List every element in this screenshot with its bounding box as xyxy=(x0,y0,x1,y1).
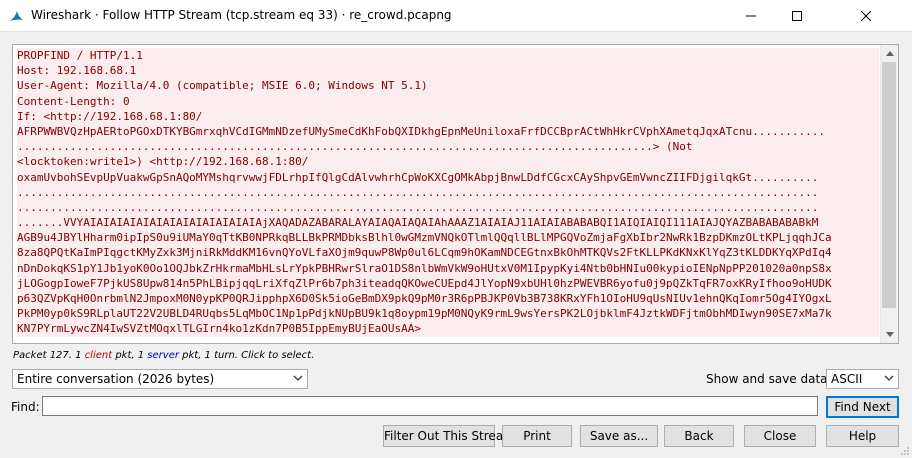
stream-line[interactable]: If: <http://192.168.68.1:80/ xyxy=(17,108,879,124)
stream-line[interactable]: KN7PYrmLywcZN4IwSVZtMOqxlTLGIrn4ko1zKdn7… xyxy=(17,321,879,337)
chevron-up-icon xyxy=(885,51,894,56)
stream-line[interactable]: Content-Length: 0 xyxy=(17,93,879,109)
scrollbar-thumb[interactable] xyxy=(882,62,896,308)
title-bar[interactable]: Wireshark · Follow HTTP Stream (tcp.stre… xyxy=(0,0,912,31)
stream-line[interactable]: ........................................… xyxy=(17,139,879,155)
stream-line[interactable]: p63QZVpKqH0OnrbmlN2JmpoxM0N0ypKP0QRJipph… xyxy=(17,291,879,307)
chevron-down-icon xyxy=(884,375,894,381)
stream-line[interactable]: PkPM0yp0kS9RLplaUT22V2UBLD4RUqbs5LqMbOC1… xyxy=(17,306,879,322)
stream-line[interactable]: AFRPWWBVQzHpAERtoPGOxDTKYBGmrxqhVCdIGMmN… xyxy=(17,123,879,140)
stream-text-area[interactable]: PROPFIND / HTTP/1.1 Host: 192.168.68.1 U… xyxy=(12,44,899,344)
save-as-button[interactable]: Save as... xyxy=(580,425,658,447)
find-next-button[interactable]: Find Next xyxy=(826,396,899,418)
find-input[interactable] xyxy=(42,396,818,416)
print-button[interactable]: Print xyxy=(502,425,572,447)
close-icon xyxy=(861,10,871,21)
minimize-button[interactable] xyxy=(728,0,774,31)
server-label: server xyxy=(147,350,179,361)
stream-line[interactable]: AGB9u4JBYlHharm0ipIpS0u9iUMaY0qTtKB0NPRk… xyxy=(17,230,879,246)
data-format-value: ASCII xyxy=(831,372,863,386)
help-button[interactable]: Help xyxy=(826,425,899,447)
maximize-button[interactable] xyxy=(774,0,820,31)
scroll-up-button[interactable] xyxy=(881,45,898,62)
find-label: Find: xyxy=(11,400,40,414)
chevron-down-icon xyxy=(885,332,894,337)
stream-line[interactable]: Host: 192.168.68.1 xyxy=(17,63,879,79)
close-window-button[interactable] xyxy=(820,0,912,31)
stream-lines: PROPFIND / HTTP/1.1 Host: 192.168.68.1 U… xyxy=(17,48,879,337)
stream-line[interactable]: ........................................… xyxy=(17,184,879,200)
back-button[interactable]: Back xyxy=(664,425,734,447)
data-format-select[interactable]: ASCII xyxy=(826,369,899,389)
filter-out-stream-button[interactable]: Filter Out This Stream xyxy=(383,425,515,447)
minimize-icon xyxy=(746,15,756,16)
vertical-scrollbar[interactable] xyxy=(880,45,898,343)
title-divider xyxy=(0,31,912,32)
stream-line[interactable]: ........................................… xyxy=(17,199,879,216)
conversation-select[interactable]: Entire conversation (2026 bytes) xyxy=(12,369,308,389)
stream-line[interactable]: .......VVYAIAIAIAIAIAIAIAIAIAIAIAIAIAjXA… xyxy=(17,215,879,231)
stream-line[interactable]: PROPFIND / HTTP/1.1 xyxy=(17,48,879,64)
stream-line[interactable]: nDnDokqKS1pY1Jb1yoK0Oo1OQJbkZrHkrmaMbHLs… xyxy=(17,260,879,276)
packet-info-middle: pkt, 1 xyxy=(112,350,148,361)
close-button[interactable]: Close xyxy=(744,425,816,447)
chevron-down-icon xyxy=(293,375,303,381)
client-label: client xyxy=(84,350,113,361)
resize-grip-icon[interactable] xyxy=(900,446,910,456)
stream-line[interactable]: 8za8QPQtKaImPIqgctKMyZxk3MjniRkMddKM16vn… xyxy=(17,245,879,261)
stream-line[interactable]: oxamUvbohSEvpUpVuakwGpSnAQoMYMshqrvwwjFD… xyxy=(17,169,879,185)
stream-line[interactable]: <locktoken:write1>) <http://192.168.68.1… xyxy=(17,154,879,170)
packet-info-text: Packet 127. 1 client pkt, 1 server pkt, … xyxy=(13,350,314,361)
conversation-select-value: Entire conversation (2026 bytes) xyxy=(17,372,215,386)
window-title: Wireshark · Follow HTTP Stream (tcp.stre… xyxy=(31,8,452,22)
show-save-label: Show and save data as xyxy=(706,372,845,386)
packet-info-prefix: Packet 127. 1 xyxy=(13,350,85,361)
packet-info-suffix: pkt, 1 turn. Click to select. xyxy=(178,350,315,361)
stream-line[interactable]: User-Agent: Mozilla/4.0 (compatible; MSI… xyxy=(17,78,879,94)
stream-line[interactable]: jLOGogpIoweF7PjkUS8Upw814n5PhLBipjqqLriX… xyxy=(17,275,879,291)
maximize-icon xyxy=(792,10,802,21)
scroll-down-button[interactable] xyxy=(881,326,898,343)
wireshark-fin-icon xyxy=(9,11,23,21)
